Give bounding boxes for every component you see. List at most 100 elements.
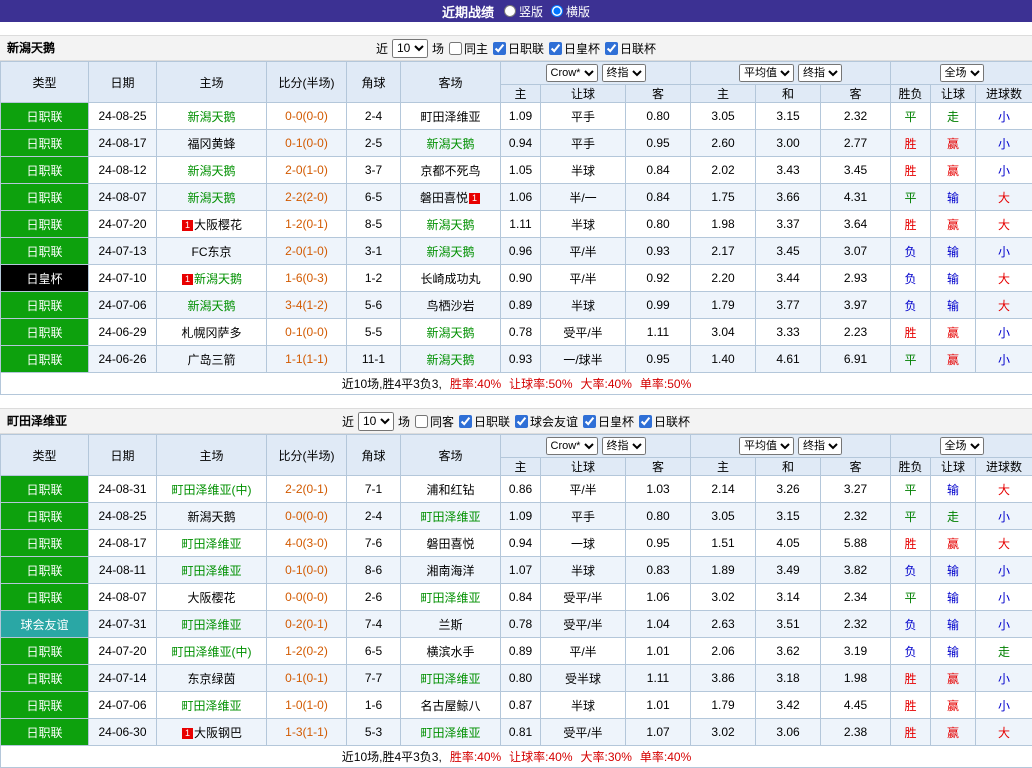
score-link[interactable]: 0-2(0-1) <box>285 617 328 631</box>
period-select[interactable]: 全场 <box>940 437 984 455</box>
home-team-link[interactable]: 町田泽维亚 <box>181 699 241 713</box>
score-link[interactable]: 0-0(0-0) <box>285 590 328 604</box>
home-team-link[interactable]: 新潟天鹅 <box>187 191 235 205</box>
avg-away-cell: 2.23 <box>821 319 891 346</box>
league-filter-checkbox-input[interactable] <box>639 415 652 428</box>
away-team-link[interactable]: 町田泽维亚 <box>420 672 480 686</box>
score-link[interactable]: 2-2(0-1) <box>285 482 328 496</box>
score-link[interactable]: 1-3(1-1) <box>285 725 328 739</box>
odds-stage-select[interactable]: 终指 <box>602 437 646 455</box>
avg-source-select[interactable]: 平均值 <box>739 64 794 82</box>
avg-stage-select[interactable]: 终指 <box>798 437 842 455</box>
score-link[interactable]: 1-2(0-1) <box>285 217 328 231</box>
league-filter-checkbox-input[interactable] <box>493 42 506 55</box>
score-link[interactable]: 2-0(1-0) <box>285 244 328 258</box>
home-team-link[interactable]: 大阪樱花 <box>187 591 235 605</box>
score-link[interactable]: 1-2(0-2) <box>285 644 328 658</box>
score-link[interactable]: 0-0(0-0) <box>285 509 328 523</box>
away-team-link[interactable]: 町田泽维亚 <box>420 726 480 740</box>
score-link[interactable]: 3-4(1-2) <box>285 298 328 312</box>
away-team-link[interactable]: 磐田喜悦 <box>420 191 468 205</box>
league-filter-checkbox[interactable]: 球会友谊 <box>514 413 578 430</box>
avg-source-select[interactable]: 平均值 <box>739 437 794 455</box>
match-count-select[interactable]: 10 <box>392 39 428 58</box>
league-filter-checkbox-input[interactable] <box>515 415 528 428</box>
league-filter-checkbox[interactable]: 日联杯 <box>604 40 656 57</box>
home-team-link[interactable]: 新潟天鹅 <box>187 164 235 178</box>
layout-radio-input-vertical[interactable] <box>504 5 516 17</box>
home-team-link[interactable]: 新潟天鹅 <box>194 272 242 286</box>
score-link[interactable]: 0-1(0-0) <box>285 563 328 577</box>
home-team-link[interactable]: 东京绿茵 <box>187 672 235 686</box>
league-filter-checkbox[interactable]: 日联杯 <box>638 413 690 430</box>
same-venue-checkbox-input[interactable] <box>415 415 428 428</box>
home-team-link[interactable]: 町田泽维亚(中) <box>172 645 252 659</box>
away-team-link[interactable]: 长崎成功丸 <box>420 272 480 286</box>
away-team-link[interactable]: 新潟天鹅 <box>426 245 474 259</box>
odds-source-select[interactable]: Crow* <box>546 437 598 455</box>
away-team-link[interactable]: 京都不死鸟 <box>420 164 480 178</box>
match-row: 日皇杯24-07-101新潟天鹅1-6(0-3)1-2长崎成功丸0.90平/半0… <box>1 265 1032 292</box>
score-link[interactable]: 0-1(0-1) <box>285 671 328 685</box>
odds-source-select[interactable]: Crow* <box>546 64 598 82</box>
away-team-link[interactable]: 町田泽维亚 <box>420 510 480 524</box>
score-link[interactable]: 0-1(0-0) <box>285 136 328 150</box>
away-team-link[interactable]: 新潟天鹅 <box>426 353 474 367</box>
home-team-link[interactable]: 町田泽维亚 <box>181 537 241 551</box>
same-venue-checkbox-input[interactable] <box>449 42 462 55</box>
league-filter-checkbox[interactable]: 日职联 <box>492 40 544 57</box>
outcome-cell: 负 <box>891 265 931 292</box>
away-team-link[interactable]: 新潟天鹅 <box>426 326 474 340</box>
layout-radio-input-horizontal[interactable] <box>551 5 563 17</box>
layout-radio-horizontal[interactable]: 横版 <box>551 3 590 20</box>
outcome-cell: 平 <box>891 346 931 373</box>
league-filter-checkbox-input[interactable] <box>459 415 472 428</box>
avg-stage-select[interactable]: 终指 <box>798 64 842 82</box>
home-team-link[interactable]: 大阪樱花 <box>194 218 242 232</box>
score-link[interactable]: 2-0(1-0) <box>285 163 328 177</box>
away-team-link[interactable]: 兰斯 <box>438 618 462 632</box>
home-team-link[interactable]: 札幌冈萨多 <box>181 326 241 340</box>
layout-radio-vertical[interactable]: 竖版 <box>504 3 543 20</box>
score-link[interactable]: 0-0(0-0) <box>285 109 328 123</box>
home-team-link[interactable]: 新潟天鹅 <box>187 110 235 124</box>
league-filter-checkbox-input[interactable] <box>583 415 596 428</box>
score-link[interactable]: 2-2(2-0) <box>285 190 328 204</box>
league-filter-checkbox[interactable]: 日职联 <box>458 413 510 430</box>
home-team-link[interactable]: 町田泽维亚(中) <box>172 483 252 497</box>
home-team-link[interactable]: 广岛三箭 <box>187 353 235 367</box>
home-team-link[interactable]: 新潟天鹅 <box>187 299 235 313</box>
away-team-link[interactable]: 名古屋鲸八 <box>420 699 480 713</box>
away-team-link[interactable]: 鸟栖沙岩 <box>426 299 474 313</box>
away-team-link[interactable]: 新潟天鹅 <box>426 218 474 232</box>
score-link[interactable]: 1-6(0-3) <box>285 271 328 285</box>
league-filter-checkbox-input[interactable] <box>549 42 562 55</box>
score-link[interactable]: 4-0(3-0) <box>285 536 328 550</box>
away-team-link[interactable]: 町田泽维亚 <box>420 591 480 605</box>
odds-stage-select[interactable]: 终指 <box>602 64 646 82</box>
match-count-select[interactable]: 10 <box>358 412 394 431</box>
away-team-link[interactable]: 磐田喜悦 <box>426 537 474 551</box>
away-team-link[interactable]: 浦和红钻 <box>426 483 474 497</box>
home-team-link[interactable]: 新潟天鹅 <box>187 510 235 524</box>
away-team-link[interactable]: 新潟天鹅 <box>426 137 474 151</box>
avg-draw-cell: 3.49 <box>756 557 821 584</box>
league-filter-checkbox[interactable]: 日皇杯 <box>548 40 600 57</box>
home-team-link[interactable]: FC东京 <box>192 245 232 259</box>
away-team-link[interactable]: 湘南海洋 <box>426 564 474 578</box>
same-venue-checkbox[interactable]: 同主 <box>448 40 488 57</box>
league-filter-checkbox-input[interactable] <box>605 42 618 55</box>
period-select[interactable]: 全场 <box>940 64 984 82</box>
score-link[interactable]: 1-1(1-1) <box>285 352 328 366</box>
score-link[interactable]: 1-0(1-0) <box>285 698 328 712</box>
away-team-cell: 长崎成功丸 <box>401 265 501 292</box>
same-venue-checkbox[interactable]: 同客 <box>414 413 454 430</box>
away-team-link[interactable]: 町田泽维亚 <box>420 110 480 124</box>
home-team-link[interactable]: 大阪钢巴 <box>194 726 242 740</box>
home-team-link[interactable]: 町田泽维亚 <box>181 618 241 632</box>
home-team-link[interactable]: 町田泽维亚 <box>181 564 241 578</box>
score-link[interactable]: 0-1(0-0) <box>285 325 328 339</box>
away-team-link[interactable]: 横滨水手 <box>426 645 474 659</box>
league-filter-checkbox[interactable]: 日皇杯 <box>582 413 634 430</box>
home-team-link[interactable]: 福冈黄蜂 <box>187 137 235 151</box>
